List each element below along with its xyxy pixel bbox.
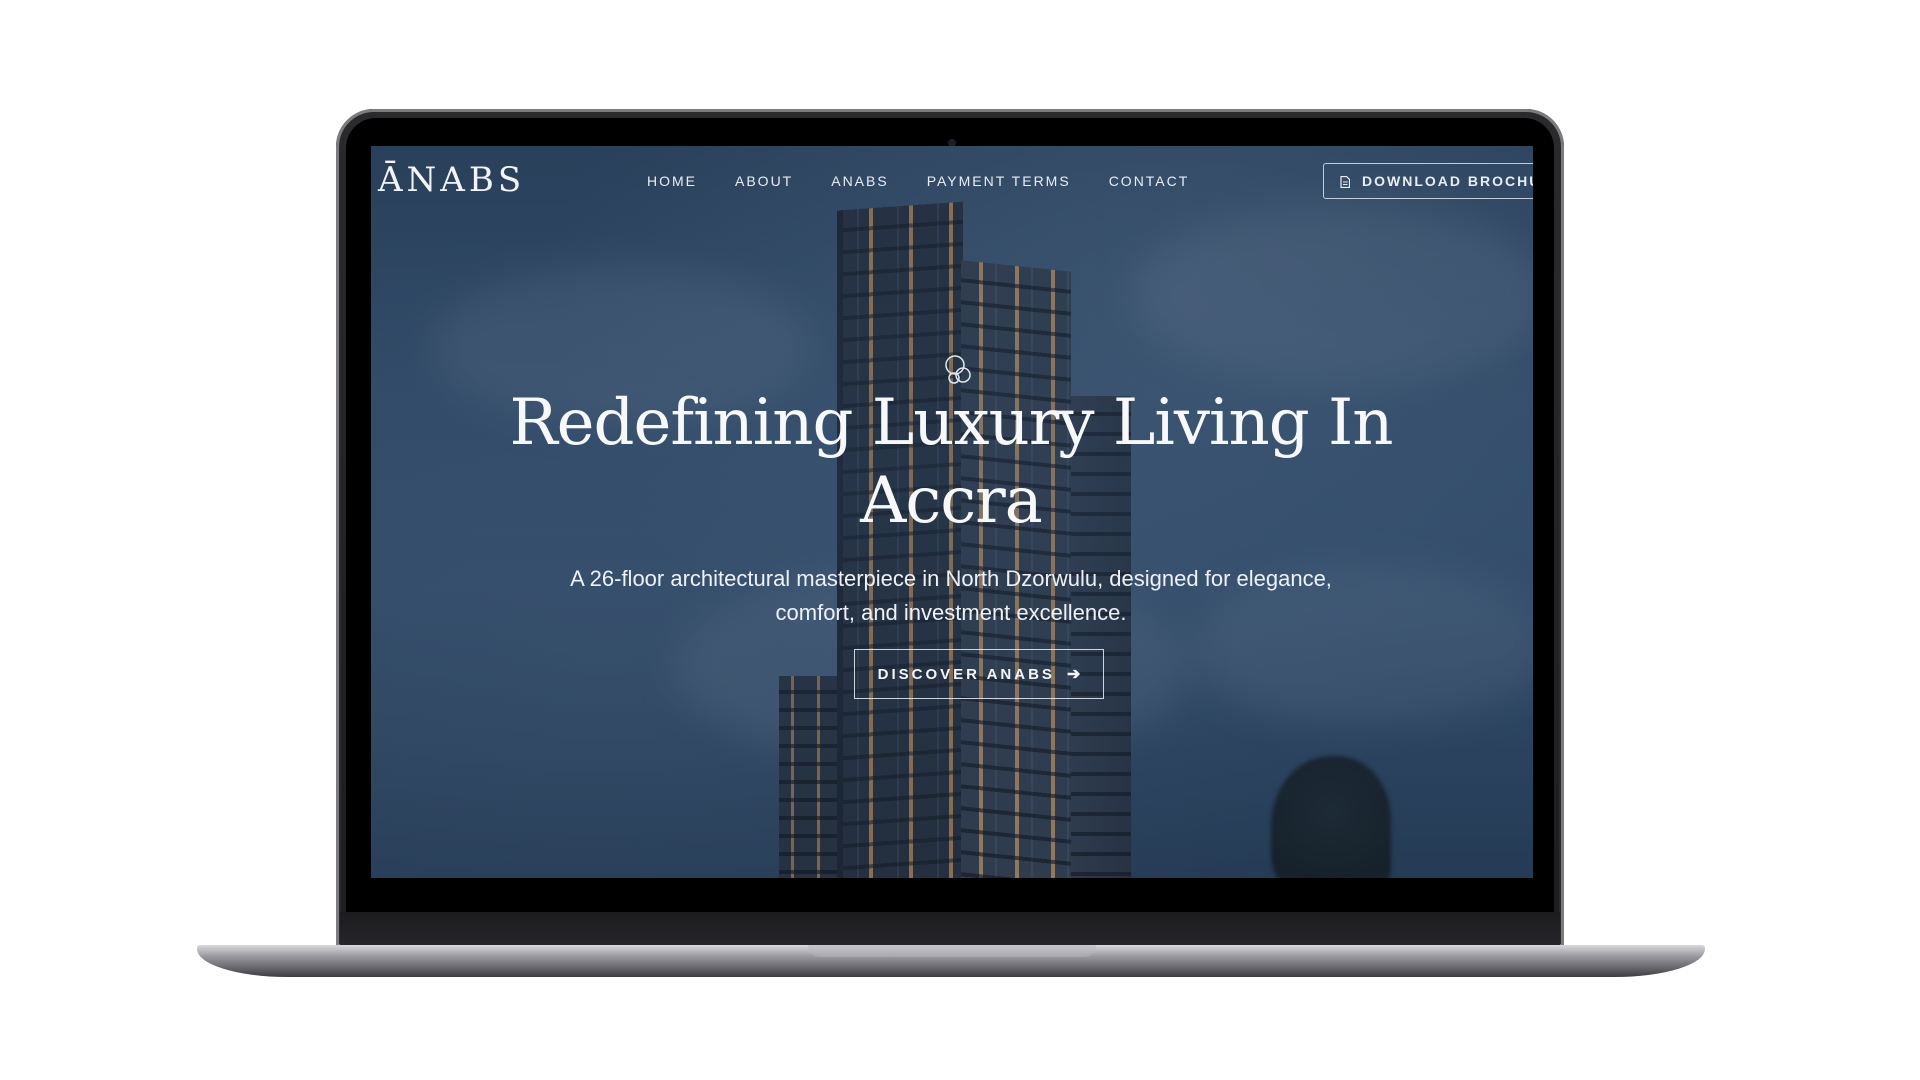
top-navigation: ĀNABS HOME ABOUT ANABS PAYMENT TERMS CON… <box>371 146 1533 218</box>
discover-anabs-button[interactable]: DISCOVER ANABS ➔ <box>854 649 1104 699</box>
site-logo[interactable]: ĀNABS <box>378 160 525 200</box>
nav-item-home[interactable]: HOME <box>647 173 697 189</box>
stage: ĀNABS HOME ABOUT ANABS PAYMENT TERMS CON… <box>0 0 1920 1080</box>
download-brochure-button[interactable]: DOWNLOAD BROCHU <box>1323 163 1533 199</box>
nav-links: HOME ABOUT ANABS PAYMENT TERMS CONTACT <box>647 173 1189 189</box>
nav-item-contact[interactable]: CONTACT <box>1109 173 1190 189</box>
laptop-chin <box>340 912 1560 946</box>
hero-title: Redefining Luxury Living In Accra <box>509 386 1393 538</box>
nav-item-about[interactable]: ABOUT <box>735 173 793 189</box>
laptop-notch <box>808 945 1096 957</box>
hero-subtitle: A 26-floor architectural masterpiece in … <box>570 566 1332 625</box>
document-icon <box>1340 175 1351 189</box>
website-screen: ĀNABS HOME ABOUT ANABS PAYMENT TERMS CON… <box>371 146 1533 878</box>
arrow-right-icon: ➔ <box>1066 666 1081 683</box>
nav-item-anabs[interactable]: ANABS <box>831 173 888 189</box>
nav-item-payment-terms[interactable]: PAYMENT TERMS <box>927 173 1071 189</box>
download-brochure-label: DOWNLOAD BROCHU <box>1362 173 1533 189</box>
discover-anabs-label: DISCOVER ANABS <box>877 665 1055 683</box>
